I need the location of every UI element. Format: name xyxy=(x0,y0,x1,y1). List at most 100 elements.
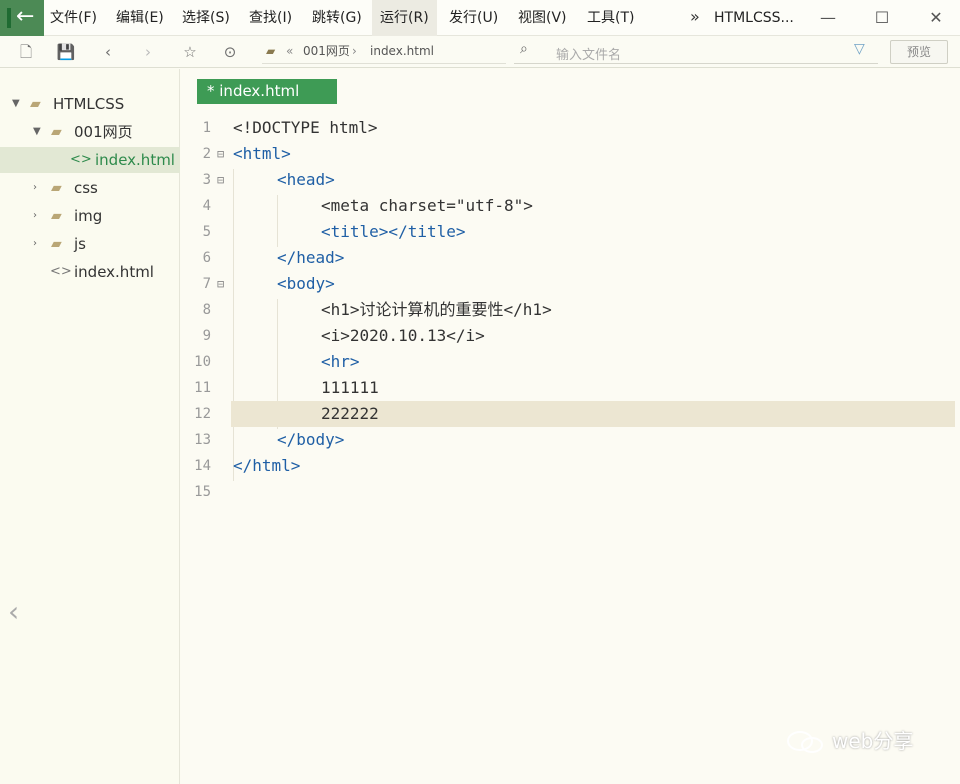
fold-icon[interactable]: ⊟ xyxy=(217,167,224,193)
chevron-left-icon: « xyxy=(286,44,294,58)
menu-file[interactable]: 文件(F) xyxy=(50,0,97,36)
more-chevron-icon[interactable]: » xyxy=(690,7,700,26)
close-icon[interactable]: ✕ xyxy=(916,0,956,36)
code-text: <title></title> xyxy=(321,222,466,241)
search-file-icon: ⌕ xyxy=(520,41,528,57)
code-line: 14 </html> xyxy=(181,453,960,479)
code-line: 7 ⊟ <body> xyxy=(181,271,960,297)
folder-icon: ▰ xyxy=(266,44,276,58)
code-text: <html> xyxy=(233,144,291,163)
logo-mark-icon xyxy=(7,8,11,28)
tree-item-001[interactable]: ▼ ▰ 001网页 xyxy=(0,119,180,145)
line-number: 2 xyxy=(202,146,211,162)
line-number: 6 xyxy=(202,250,211,266)
line-number: 15 xyxy=(194,484,211,500)
run-icon[interactable]: ⊙ xyxy=(218,40,242,64)
code-line-gutter: 12 xyxy=(181,401,231,427)
line-number: 9 xyxy=(202,328,211,344)
line-number: 8 xyxy=(202,302,211,318)
line-number: 5 xyxy=(202,224,211,240)
file-filter[interactable]: ⌕ 输入文件名 ▽ xyxy=(514,39,878,64)
chevron-right-icon: › xyxy=(33,210,37,221)
code-editor[interactable]: * index.html 1 <!DOCTYPE html> 2 ⊟ <html… xyxy=(181,69,960,784)
line-number: 10 xyxy=(194,354,211,370)
forward-icon[interactable]: › xyxy=(136,40,160,64)
star-icon[interactable]: ☆ xyxy=(178,40,202,64)
code-line: 3 ⊟ <head> xyxy=(181,167,960,193)
project-icon: ▰ xyxy=(30,96,41,112)
code-text: <!DOCTYPE html> xyxy=(233,118,378,137)
menu-publish[interactable]: 发行(U) xyxy=(449,0,498,36)
tree-item-label: index.html xyxy=(74,263,154,281)
menu-view[interactable]: 视图(V) xyxy=(518,0,567,36)
line-number: 13 xyxy=(194,432,211,448)
code-line: 1 <!DOCTYPE html> xyxy=(181,115,960,141)
app-logo[interactable]: ← xyxy=(0,0,44,36)
breadcrumb-file[interactable]: index.html xyxy=(370,39,434,63)
menu-find[interactable]: 查找(I) xyxy=(249,0,292,36)
code-line: 5 <title></title> xyxy=(181,219,960,245)
toolbar: 🗋 💾 ‹ › ☆ ⊙ ▰ « 001网页 › index.html ⌕ 输入文… xyxy=(0,36,960,68)
tree-item-index[interactable]: <> index.html xyxy=(0,259,180,285)
code-line: 4 <meta charset="utf-8"> xyxy=(181,193,960,219)
menu-run[interactable]: 运行(R) xyxy=(372,0,437,36)
chevron-right-icon: › xyxy=(352,44,357,58)
code-line: 10 <hr> xyxy=(181,349,960,375)
code-text: <body> xyxy=(277,274,335,293)
tree-item-label: img xyxy=(74,207,103,225)
current-code-line: 222222 xyxy=(231,401,955,427)
minimize-icon[interactable]: — xyxy=(808,0,848,36)
menu-select[interactable]: 选择(S) xyxy=(182,0,230,36)
code-text: </head> xyxy=(277,248,345,267)
folder-icon: ▰ xyxy=(51,124,62,140)
code-text: </html> xyxy=(233,456,301,475)
tree-item-label: index.html xyxy=(95,151,175,169)
tree-item-img[interactable]: › ▰ img xyxy=(0,203,180,229)
fold-icon[interactable]: ⊟ xyxy=(217,271,224,297)
line-number: 11 xyxy=(194,380,211,396)
chevron-down-icon: ▼ xyxy=(12,98,20,109)
watermark-label: web分享 xyxy=(832,729,914,753)
menu-goto[interactable]: 跳转(G) xyxy=(312,0,362,36)
code-line: 2 ⊟ <html> xyxy=(181,141,960,167)
line-number: 7 xyxy=(202,276,211,292)
line-number: 14 xyxy=(194,458,211,474)
breadcrumb-folder[interactable]: 001网页 xyxy=(303,39,350,63)
code-file-icon: <> xyxy=(50,264,72,279)
tree-item-label: js xyxy=(74,235,86,253)
folder-icon: ▰ xyxy=(51,180,62,196)
folder-icon: ▰ xyxy=(51,236,62,252)
chevron-down-icon: ▼ xyxy=(33,126,41,137)
project-sidebar: ▼ ▰ HTMLCSS ▼ ▰ 001网页 <> index.html › ▰ … xyxy=(0,69,180,784)
code-line: 8 <h1>讨论计算机的重要性</h1> xyxy=(181,297,960,323)
fold-icon[interactable]: ⊟ xyxy=(217,141,224,167)
window-title: HTMLCSS... xyxy=(714,10,794,26)
line-number: 3 xyxy=(202,172,211,188)
menu-tools[interactable]: 工具(T) xyxy=(587,0,634,36)
wechat-icon xyxy=(787,731,823,753)
tree-item-js[interactable]: › ▰ js xyxy=(0,231,180,257)
collapse-sidebar-icon[interactable]: ‹ xyxy=(8,595,19,628)
menubar: ← 文件(F) 编辑(E) 选择(S) 查找(I) 跳转(G) 运行(R) 发行… xyxy=(0,0,960,36)
code-text: <h1>讨论计算机的重要性</h1> xyxy=(321,300,552,319)
line-number: 12 xyxy=(194,406,211,422)
preview-button[interactable]: 预览 xyxy=(890,40,948,64)
line-number: 4 xyxy=(202,198,211,214)
tree-item-css[interactable]: › ▰ css xyxy=(0,175,180,201)
code-text: 222222 xyxy=(321,404,379,423)
tree-item-index-selected[interactable]: <> index.html xyxy=(0,147,180,173)
chevron-right-icon: › xyxy=(33,238,37,249)
funnel-icon[interactable]: ▽ xyxy=(854,41,865,57)
maximize-icon[interactable]: ☐ xyxy=(862,0,902,36)
save-icon[interactable]: 💾 xyxy=(54,40,78,64)
line-number: 1 xyxy=(202,120,211,136)
back-icon[interactable]: ‹ xyxy=(96,40,120,64)
filter-input[interactable]: 输入文件名 xyxy=(556,44,621,63)
menu-edit[interactable]: 编辑(E) xyxy=(116,0,164,36)
code-text: <hr> xyxy=(321,352,360,371)
tree-item-htmlcss[interactable]: ▼ ▰ HTMLCSS xyxy=(0,91,180,117)
chevron-right-icon: › xyxy=(33,182,37,193)
editor-tab[interactable]: * index.html xyxy=(197,79,337,104)
new-file-icon[interactable]: 🗋 xyxy=(14,40,38,64)
code-text: <i>2020.10.13</i> xyxy=(321,326,485,345)
